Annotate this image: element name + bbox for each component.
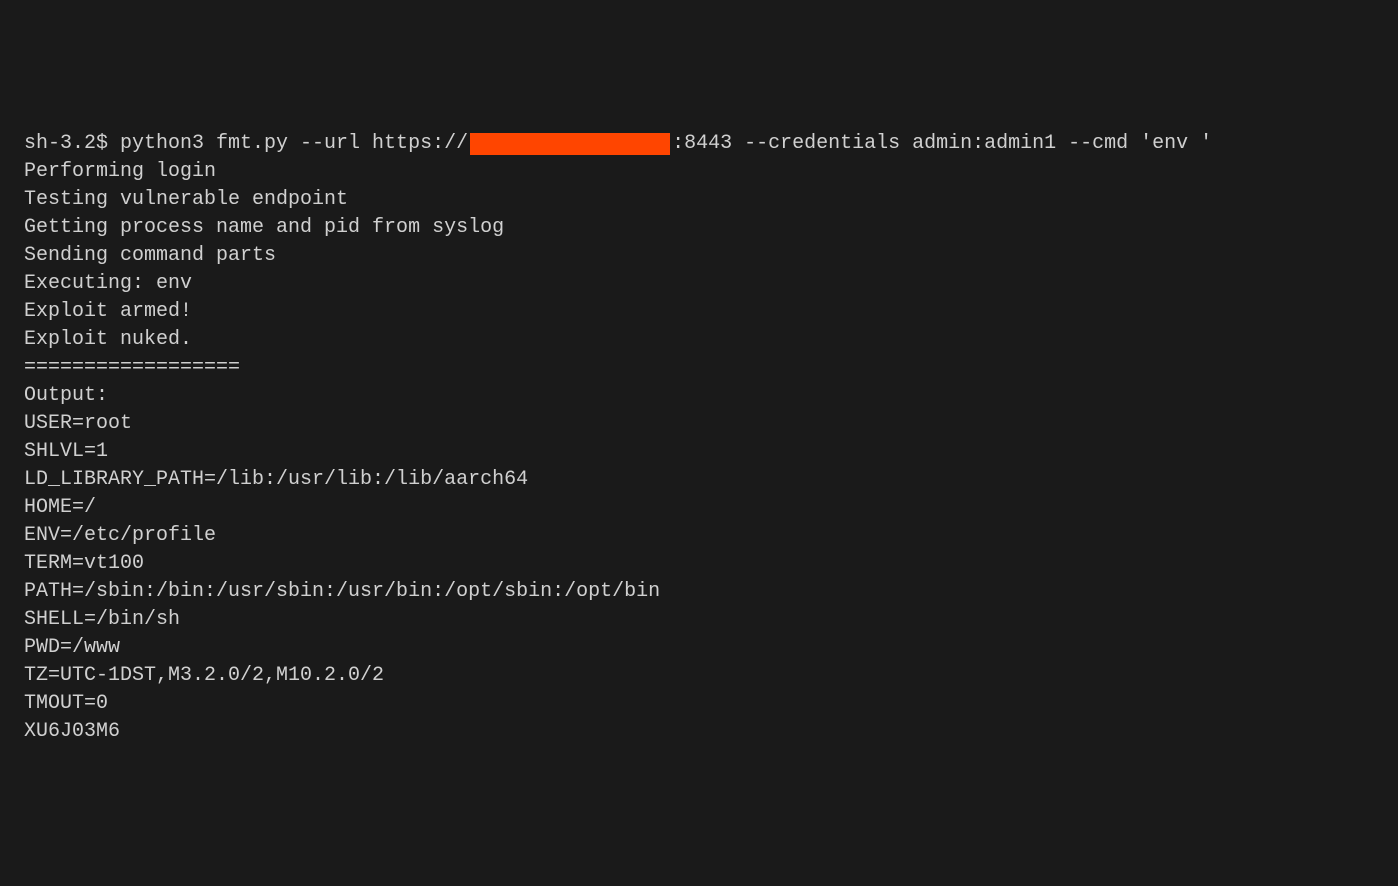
env-line: USER=root (24, 410, 1374, 438)
env-line: TERM=vt100 (24, 550, 1374, 578)
output-line: Output: (24, 382, 1374, 410)
terminal-window[interactable]: sh-3.2$ python3 fmt.py --url https:// :84… (24, 130, 1374, 746)
env-line: SHELL=/bin/sh (24, 606, 1374, 634)
env-line: XU6J03M6 (24, 718, 1374, 746)
output-line: Exploit armed! (24, 298, 1374, 326)
command-text-after: :8443 --credentials admin:admin1 --cmd '… (672, 130, 1212, 158)
env-line: TMOUT=0 (24, 690, 1374, 718)
env-line: TZ=UTC-1DST,M3.2.0/2,M10.2.0/2 (24, 662, 1374, 690)
command-text-before: python3 fmt.py --url https:// (120, 130, 468, 158)
output-line: Getting process name and pid from syslog (24, 214, 1374, 242)
command-line: sh-3.2$ python3 fmt.py --url https:// :84… (24, 130, 1374, 158)
env-line: LD_LIBRARY_PATH=/lib:/usr/lib:/lib/aarch… (24, 466, 1374, 494)
redacted-host (470, 133, 670, 155)
output-line: ================== (24, 354, 1374, 382)
env-line: SHLVL=1 (24, 438, 1374, 466)
output-line: Testing vulnerable endpoint (24, 186, 1374, 214)
env-line: PWD=/www (24, 634, 1374, 662)
env-line: ENV=/etc/profile (24, 522, 1374, 550)
output-line: Exploit nuked. (24, 326, 1374, 354)
env-line: HOME=/ (24, 494, 1374, 522)
output-line: Performing login (24, 158, 1374, 186)
output-line: Sending command parts (24, 242, 1374, 270)
env-line: PATH=/sbin:/bin:/usr/sbin:/usr/bin:/opt/… (24, 578, 1374, 606)
shell-prompt: sh-3.2$ (24, 130, 120, 158)
output-line: Executing: env (24, 270, 1374, 298)
